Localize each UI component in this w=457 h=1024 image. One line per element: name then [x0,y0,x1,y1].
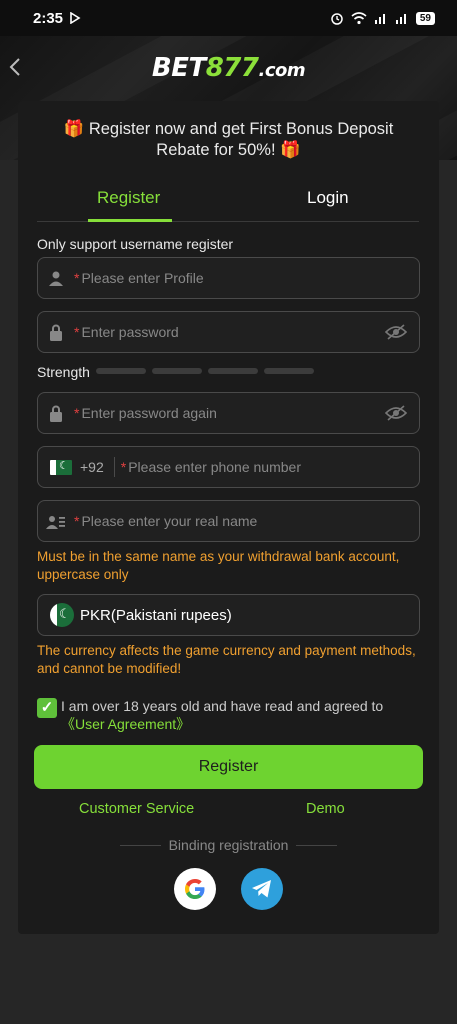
play-store-icon [70,12,81,24]
customer-service-link[interactable]: Customer Service [79,801,194,817]
gift-icon: 🎁 [280,141,301,159]
country-code[interactable]: +92 [80,459,104,475]
tab-register[interactable]: Register [97,188,160,208]
strength-segment [96,368,146,374]
wifi-icon [351,11,367,24]
lock-icon [50,324,62,341]
auth-tabs: Register Login [37,180,419,222]
password-confirm-input[interactable]: * Enter password again [37,392,420,434]
strength-segment [264,368,314,374]
agree-checkbox[interactable]: ✓ [37,698,57,718]
brand-logo: BET877.com [151,53,306,83]
strength-label: Strength [37,364,90,380]
signal-icon-2 [395,14,406,24]
register-note: Only support username register [37,236,234,252]
lock-icon [50,405,62,422]
user-icon [49,271,63,286]
pk-flag-icon [50,603,74,627]
agree-text: I am over 18 years old and have read and… [61,698,384,732]
status-bar: 2:35 59 [0,0,457,36]
demo-link[interactable]: Demo [306,801,345,817]
currency-select[interactable]: PKR(Pakistani rupees) [37,594,420,636]
register-button[interactable]: Register [34,745,423,789]
currency-warning: The currency affects the game currency a… [37,643,416,676]
profile-input[interactable]: * Please enter Profile [37,257,420,299]
alarm-icon [331,13,343,25]
tab-login[interactable]: Login [307,188,349,208]
status-time: 2:35 [33,9,64,27]
eye-off-icon[interactable] [385,405,407,421]
pk-flag-icon [50,459,72,475]
phone-input[interactable]: +92 *Please enter phone number [37,446,420,488]
eye-off-icon[interactable] [385,324,407,340]
id-card-icon [46,515,65,529]
check-icon: ✓ [40,699,54,716]
battery-indicator: 59 [415,11,435,25]
telegram-icon [252,880,271,898]
signal-icon [374,14,385,24]
realname-warning: Must be in the same name as your withdra… [37,549,400,582]
user-agreement-link[interactable]: 《User Agreement》 [61,716,190,732]
strength-segment [152,368,202,374]
binding-divider: Binding registration [120,837,338,853]
strength-segment [208,368,258,374]
telegram-login-button[interactable] [241,868,283,910]
active-tab-indicator [88,219,172,222]
password-input[interactable]: * Enter password [37,311,420,353]
realname-input[interactable]: * Please enter your real name [37,500,420,542]
promo-banner: 🎁 Register now and get First Bonus Depos… [63,120,394,159]
google-icon [185,879,205,899]
gift-icon: 🎁 [63,120,85,138]
google-login-button[interactable] [174,868,216,910]
currency-value: PKR(Pakistani rupees) [80,606,232,624]
